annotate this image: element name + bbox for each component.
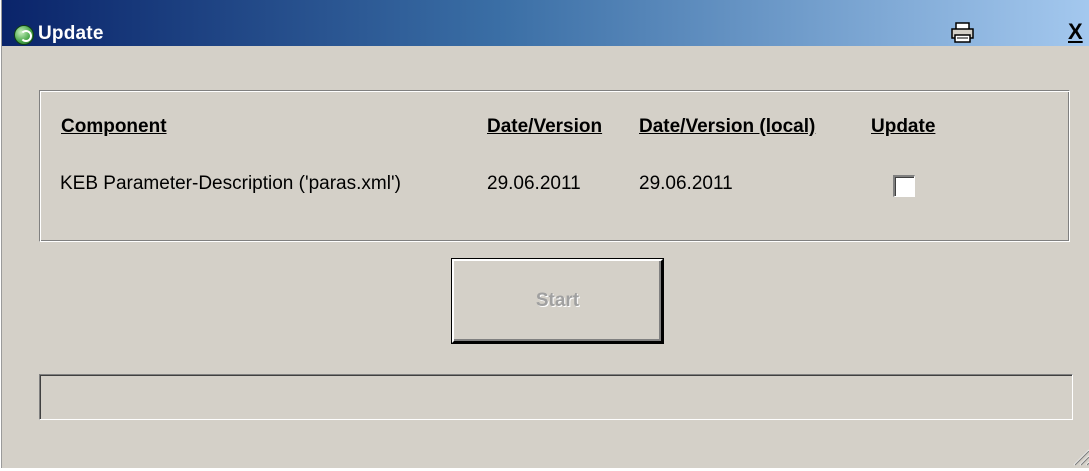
close-button[interactable]: X [1065,19,1089,45]
row-date-version-local: 29.06.2011 [639,173,733,194]
title-bar[interactable]: Update [2,0,1089,46]
column-header-date-version: Date/Version [487,116,603,137]
column-header-date-version-local: Date/Version (local) [639,116,816,137]
update-globe-icon [14,25,34,45]
components-groupbox [39,90,1070,242]
update-checkbox[interactable] [893,175,915,197]
printer-icon[interactable] [950,22,976,44]
column-header-component: Component [61,116,167,137]
column-header-update: Update [871,116,936,137]
row-component-name: KEB Parameter-Description ('paras.xml') [60,173,401,194]
window-title: Update [38,23,104,44]
progress-bar [39,374,1073,420]
start-button[interactable]: Start [452,259,663,343]
start-button-label: Start [535,290,580,311]
row-date-version: 29.06.2011 [487,173,581,194]
resize-grip-icon[interactable] [1068,444,1089,466]
update-window: Update X Component Date/Version Date/Ver… [1,0,1089,468]
